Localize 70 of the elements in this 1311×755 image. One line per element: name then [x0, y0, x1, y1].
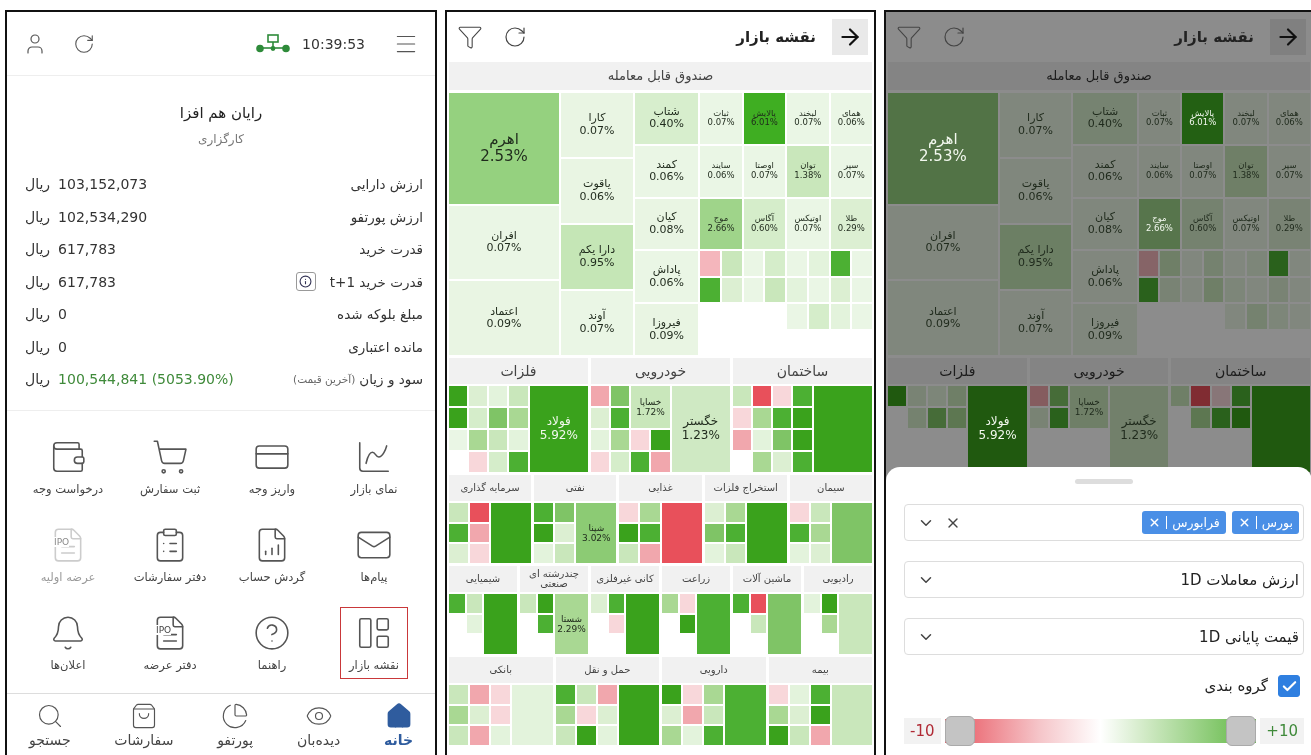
field-value: 102,534,290	[58, 208, 148, 225]
sector-title: نفتی	[534, 475, 617, 501]
shortcut-button[interactable]: پیام‌ها	[346, 518, 402, 591]
checkbox-label: گروه بندی	[1204, 677, 1268, 695]
currency-unit: ریال	[25, 273, 51, 290]
sector-title: شیمیایی	[449, 566, 517, 592]
section-title: صندوق قابل معامله	[888, 62, 1310, 90]
sector-title: حمل و نقل	[555, 657, 659, 683]
sector-title: ساختمان	[1171, 358, 1310, 384]
field-note: (آخرین قیمت)	[293, 373, 356, 386]
sector-title: غذایی	[619, 475, 702, 501]
broker-type: کارگزاری	[198, 132, 244, 146]
clock-time: 10:39:53	[302, 35, 365, 52]
sector-title: فلزات	[888, 358, 1027, 384]
currency-unit: ریال	[25, 208, 51, 225]
field-value: 617,783	[58, 241, 116, 258]
field-value: 103,152,073	[58, 176, 148, 193]
nav-tab[interactable]: دیده‌بان	[297, 701, 341, 748]
shortcut-button[interactable]: گردش حساب	[229, 518, 315, 591]
page-title: نقشه بازار	[736, 28, 816, 46]
field-label: مبلغ بلوکه شده	[337, 306, 423, 323]
shortcut-button[interactable]: واریز وجه	[239, 430, 305, 503]
sector-title: فلزات	[449, 358, 588, 384]
currency-unit: ریال	[25, 338, 51, 355]
sector-title: ساختمان	[733, 358, 872, 384]
field-value: 617,783	[58, 273, 116, 290]
sector-title: چندرشته ای صنعتی	[520, 566, 588, 592]
shortcut-button[interactable]: نقشه بازار	[339, 606, 409, 679]
field-label: قدرت خرید t+1	[329, 273, 423, 290]
field-label: مانده اعتباری	[348, 338, 423, 355]
page-title: نقشه بازار	[1174, 28, 1254, 46]
sector-title: دارویی	[662, 657, 766, 683]
field-value: 100,544,841 (5053.90%)	[58, 371, 234, 388]
shortcut-button[interactable]: راهنما	[244, 606, 300, 679]
field-label: ارزش دارایی	[350, 176, 423, 193]
shortcut-button[interactable]: نمای بازار	[341, 430, 407, 503]
shortcut-button[interactable]: درخواست وجه	[23, 430, 113, 503]
sector-title: سرمایه گذاری	[449, 475, 532, 501]
field-label: قدرت خرید	[359, 241, 423, 258]
currency-unit: ریال	[25, 176, 51, 193]
sector-title: ماشین آلات	[733, 566, 801, 592]
size-select[interactable]: ارزش معاملات 1D	[904, 561, 1304, 598]
field-label: ارزش پورتفو	[350, 208, 423, 225]
color-select[interactable]: قیمت پایانی 1D	[904, 618, 1304, 655]
section-title: صندوق قابل معامله	[449, 62, 872, 90]
sector-title: خودرویی	[591, 358, 730, 384]
range-max-label: +10	[1260, 718, 1304, 744]
currency-unit: ریال	[25, 306, 51, 323]
currency-unit: ریال	[25, 371, 51, 388]
shortcut-button[interactable]: ثبت سفارش	[130, 430, 210, 503]
field-value: 0	[58, 338, 68, 355]
sector-title: استخراج فلزات	[704, 475, 787, 501]
sector-title: کانی غیرفلزی	[591, 566, 659, 592]
sector-title: بیمه	[768, 657, 872, 683]
sector-title: زراعت	[662, 566, 730, 592]
shortcut-button[interactable]: دفتر سفارشات	[124, 518, 216, 591]
nav-tab[interactable]: پورتفو	[217, 701, 254, 748]
field-value: 0	[58, 306, 68, 323]
sector-title: سیمان	[789, 475, 872, 501]
broker-name: رایان هم افزا	[179, 104, 263, 122]
shortcut-button[interactable]: اعلان‌ها	[40, 606, 96, 679]
nav-tab[interactable]: جستجو	[28, 701, 71, 748]
nav-tab[interactable]: خانه	[384, 701, 414, 748]
field-label: سود و زیان	[359, 371, 423, 388]
range-min-label: -10	[904, 718, 941, 744]
nav-tab[interactable]: سفارشات	[114, 701, 174, 748]
sector-title: رادیویی	[804, 566, 872, 592]
sector-title: خودرویی	[1029, 358, 1169, 384]
currency-unit: ریال	[25, 241, 51, 258]
sector-title: بانکی	[449, 657, 553, 683]
